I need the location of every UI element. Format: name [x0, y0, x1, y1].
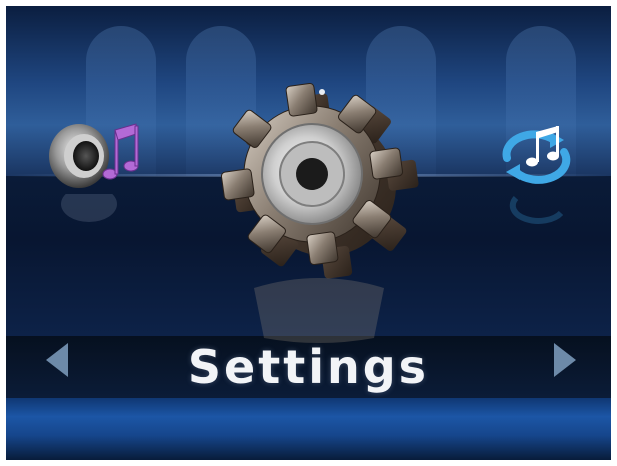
- sync-music-reflection: [509, 195, 564, 224]
- selected-item-title: Settings: [187, 340, 430, 394]
- background-bottom-band: [6, 398, 611, 460]
- menu-screen: Settings: [6, 6, 611, 460]
- speaker-reflection: [61, 194, 117, 222]
- sync-music-icon[interactable]: [492, 118, 582, 188]
- gear-icon[interactable]: [214, 78, 424, 288]
- speaker-music-icon[interactable]: [44, 116, 144, 196]
